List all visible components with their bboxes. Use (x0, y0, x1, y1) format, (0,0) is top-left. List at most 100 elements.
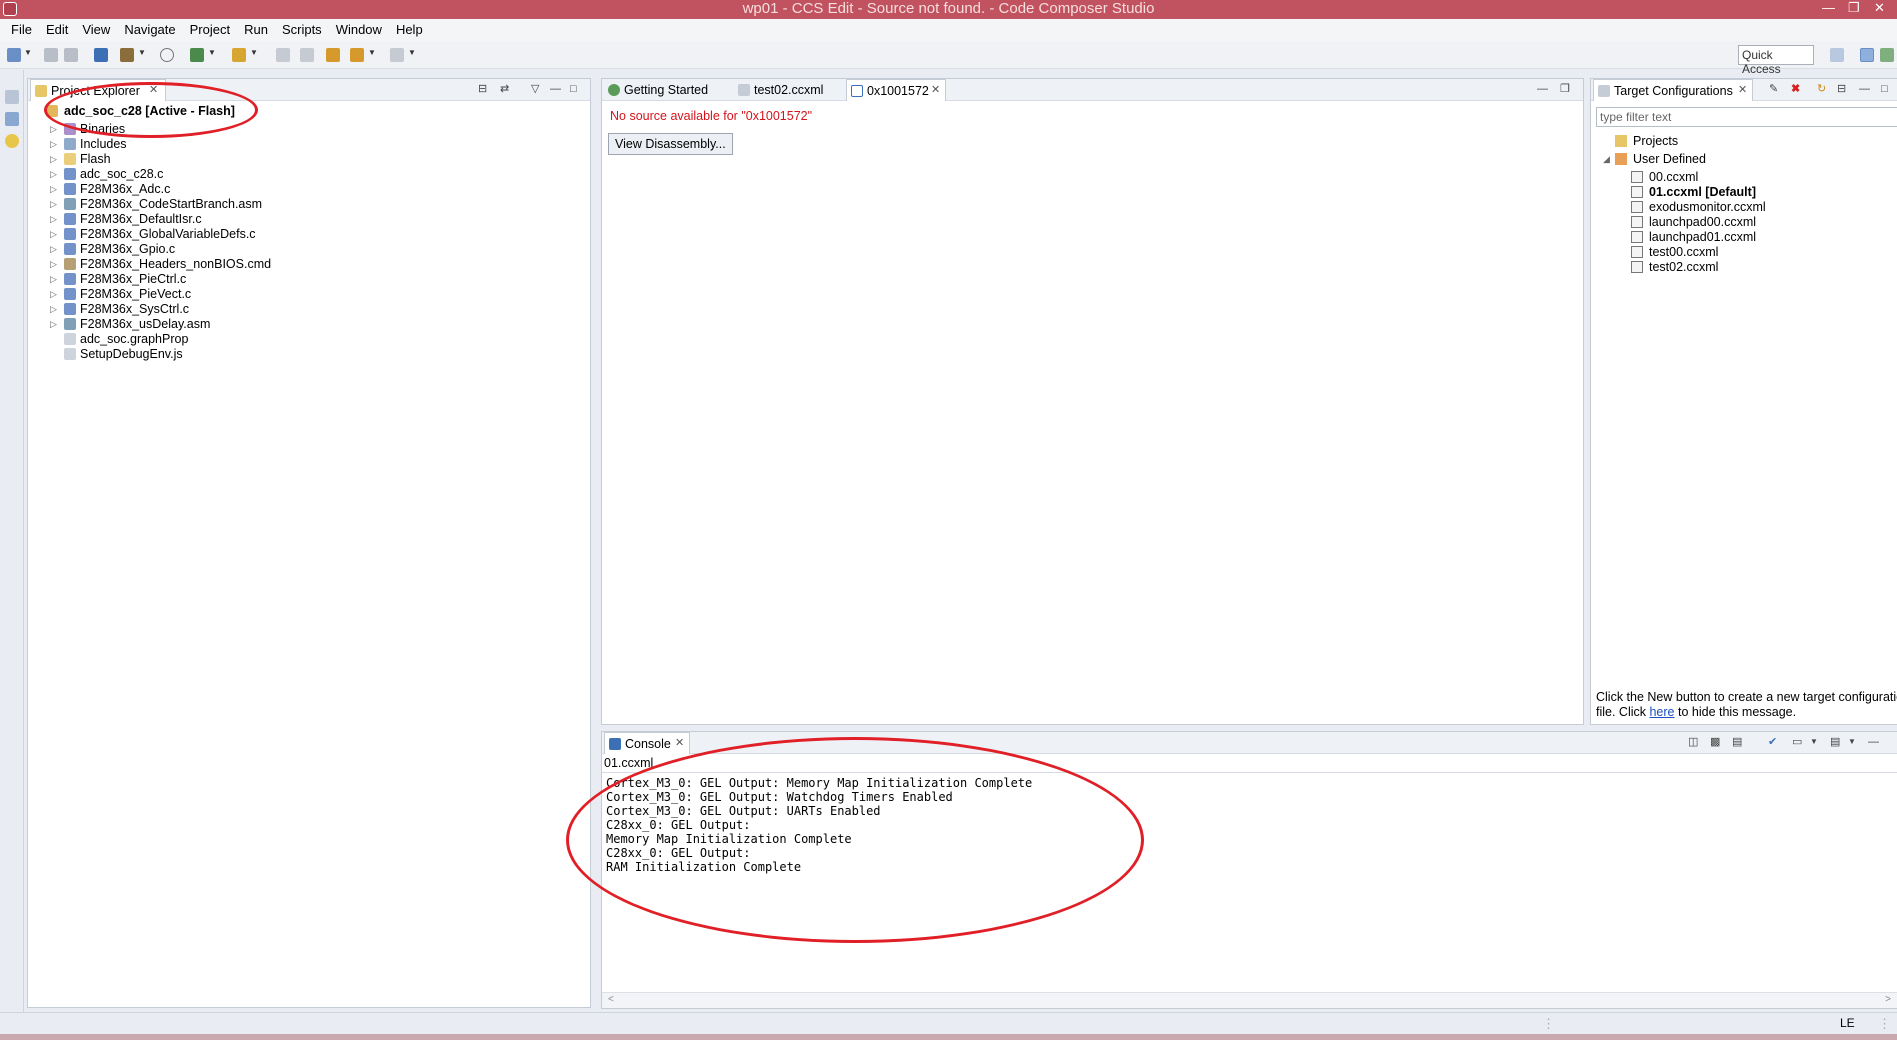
close-icon[interactable]: ✕ (675, 737, 684, 749)
menu-file[interactable]: File (4, 19, 39, 41)
close-icon[interactable]: ✕ (149, 84, 158, 96)
debug-icon[interactable] (190, 48, 204, 62)
tab-test02-ccxml[interactable]: test02.ccxml (734, 79, 844, 101)
scroll-left-icon[interactable]: < (608, 994, 614, 1005)
tab-project-explorer[interactable]: Project Explorer ✕ (30, 79, 166, 101)
horizontal-scrollbar[interactable]: < > (602, 992, 1897, 1008)
collapsed-twisty-icon[interactable]: ▷ (50, 136, 57, 152)
close-icon[interactable]: ✕ (931, 84, 940, 96)
collapsed-twisty-icon[interactable]: ▷ (50, 241, 57, 257)
tree-item-label: F28M36x_SysCtrl.c (80, 302, 190, 316)
forward-icon[interactable] (390, 48, 404, 62)
binaries-icon (64, 123, 76, 135)
ccs-debug-perspective-icon[interactable] (1880, 48, 1894, 62)
menu-navigate[interactable]: Navigate (117, 19, 182, 41)
save-all-icon[interactable] (64, 48, 78, 62)
scroll-right-icon[interactable]: > (1885, 994, 1891, 1005)
tab-0x1001572[interactable]: 0x1001572 ✕ (846, 79, 946, 101)
hide-hint-link[interactable]: here (1649, 705, 1674, 719)
collapsed-twisty-icon[interactable]: ▷ (50, 316, 57, 332)
close-icon[interactable]: ✕ (1738, 84, 1747, 96)
menu-project[interactable]: Project (183, 19, 237, 41)
collapsed-twisty-icon[interactable]: ▷ (50, 211, 57, 227)
toggle-breakpoint-icon[interactable] (276, 48, 290, 62)
collapsed-twisty-icon[interactable]: ▷ (50, 301, 57, 317)
clear-console-icon[interactable]: ◫ (1688, 735, 1698, 749)
collapse-all-icon[interactable]: ⊟ (478, 82, 487, 96)
menu-window[interactable]: Window (329, 19, 389, 41)
expanded-twisty-icon[interactable]: ◢ (1603, 151, 1610, 167)
chevron-down-icon[interactable]: ▼ (208, 48, 216, 57)
console-line: RAM Initialization Complete (606, 860, 802, 874)
minimize-icon[interactable]: — (550, 82, 561, 96)
tab-target-configurations[interactable]: Target Configurations ✕ (1593, 79, 1753, 101)
chevron-down-icon[interactable]: ▼ (408, 48, 416, 57)
menu-help[interactable]: Help (389, 19, 430, 41)
hammer-icon[interactable] (120, 48, 134, 62)
outline-icon[interactable] (5, 112, 19, 126)
js-file-icon (64, 348, 76, 360)
minimize-icon[interactable]: — (1822, 0, 1835, 16)
new-target-config-icon[interactable]: ✎ (1769, 82, 1778, 96)
editor-tab-bar: Getting Started test02.ccxml 0x1001572 ✕… (602, 79, 1583, 101)
quick-access-input[interactable]: Quick Access (1738, 45, 1814, 76)
collapsed-twisty-icon[interactable]: ▷ (50, 166, 57, 182)
menu-run[interactable]: Run (237, 19, 275, 41)
minimize-icon[interactable]: — (1859, 82, 1870, 96)
collapsed-twisty-icon[interactable]: ▷ (50, 226, 57, 242)
ccs-edit-perspective-icon[interactable] (1860, 48, 1874, 62)
pin-console-icon[interactable]: ✔ (1768, 735, 1777, 749)
collapsed-twisty-icon[interactable]: ▷ (50, 286, 57, 302)
open-perspective-icon[interactable] (1830, 48, 1844, 62)
flash-icon[interactable] (232, 48, 246, 62)
scroll-lock-icon[interactable]: ▩ (1710, 735, 1720, 749)
save-icon[interactable] (44, 48, 58, 62)
lightbulb-icon[interactable] (5, 134, 19, 148)
close-icon[interactable]: ✕ (1874, 0, 1885, 16)
console-line: C28xx_0: GEL Output: (606, 818, 751, 832)
restore-view-icon[interactable] (5, 90, 19, 104)
chevron-down-icon[interactable]: ▼ (368, 48, 376, 57)
display-console-icon[interactable]: ▭ (1792, 735, 1802, 749)
chevron-down-icon[interactable]: ▼ (24, 48, 32, 57)
view-disassembly-button[interactable]: View Disassembly... (608, 133, 733, 155)
chevron-down-icon[interactable]: ▼ (1810, 735, 1818, 749)
refresh-icon[interactable]: ↻ (1817, 82, 1826, 96)
tree-item-label: F28M36x_DefaultIsr.c (80, 212, 202, 226)
link-editor-icon[interactable]: ⇄ (500, 82, 509, 96)
collapse-all-icon[interactable]: ⊟ (1837, 82, 1846, 96)
minimize-icon[interactable]: — (1537, 82, 1548, 96)
maximize-icon[interactable]: □ (1881, 82, 1888, 96)
restore-icon[interactable]: ❐ (1848, 0, 1860, 16)
menu-scripts[interactable]: Scripts (275, 19, 329, 41)
view-menu-icon[interactable]: ▽ (531, 82, 539, 96)
collapsed-twisty-icon[interactable]: ▷ (50, 196, 57, 212)
console-panel: Console ✕ ◫ ▩ ▤ ✔ ▭ ▼ ▤ ▼ — 01.ccxml Cor… (601, 731, 1897, 1009)
chevron-down-icon[interactable]: ▼ (250, 48, 258, 57)
menu-view[interactable]: View (75, 19, 117, 41)
open-console-icon[interactable]: ▤ (1830, 735, 1840, 749)
restore-icon[interactable]: ❐ (1560, 82, 1570, 96)
last-edit-icon[interactable] (326, 48, 340, 62)
minimize-icon[interactable]: — (1868, 735, 1879, 749)
delete-icon[interactable]: ✖ (1791, 82, 1800, 96)
collapsed-twisty-icon[interactable]: ▷ (50, 181, 57, 197)
filter-input[interactable]: type filter text (1596, 107, 1897, 127)
tab-getting-started[interactable]: Getting Started (604, 79, 732, 101)
skip-breakpoints-icon[interactable] (300, 48, 314, 62)
menu-edit[interactable]: Edit (39, 19, 75, 41)
tab-label: Target Configurations (1614, 84, 1733, 98)
new-icon[interactable] (7, 48, 21, 62)
build-console-icon[interactable] (94, 48, 108, 62)
back-icon[interactable] (350, 48, 364, 62)
collapsed-twisty-icon[interactable]: ▷ (50, 256, 57, 272)
search-icon[interactable] (160, 48, 174, 62)
chevron-down-icon[interactable]: ▼ (1848, 735, 1856, 749)
collapsed-twisty-icon[interactable]: ▷ (50, 271, 57, 287)
tab-console[interactable]: Console ✕ (604, 732, 690, 754)
word-wrap-icon[interactable]: ▤ (1732, 735, 1742, 749)
collapsed-twisty-icon[interactable]: ▷ (50, 121, 57, 137)
collapsed-twisty-icon[interactable]: ▷ (50, 151, 57, 167)
chevron-down-icon[interactable]: ▼ (138, 48, 146, 57)
maximize-icon[interactable]: □ (570, 82, 577, 96)
